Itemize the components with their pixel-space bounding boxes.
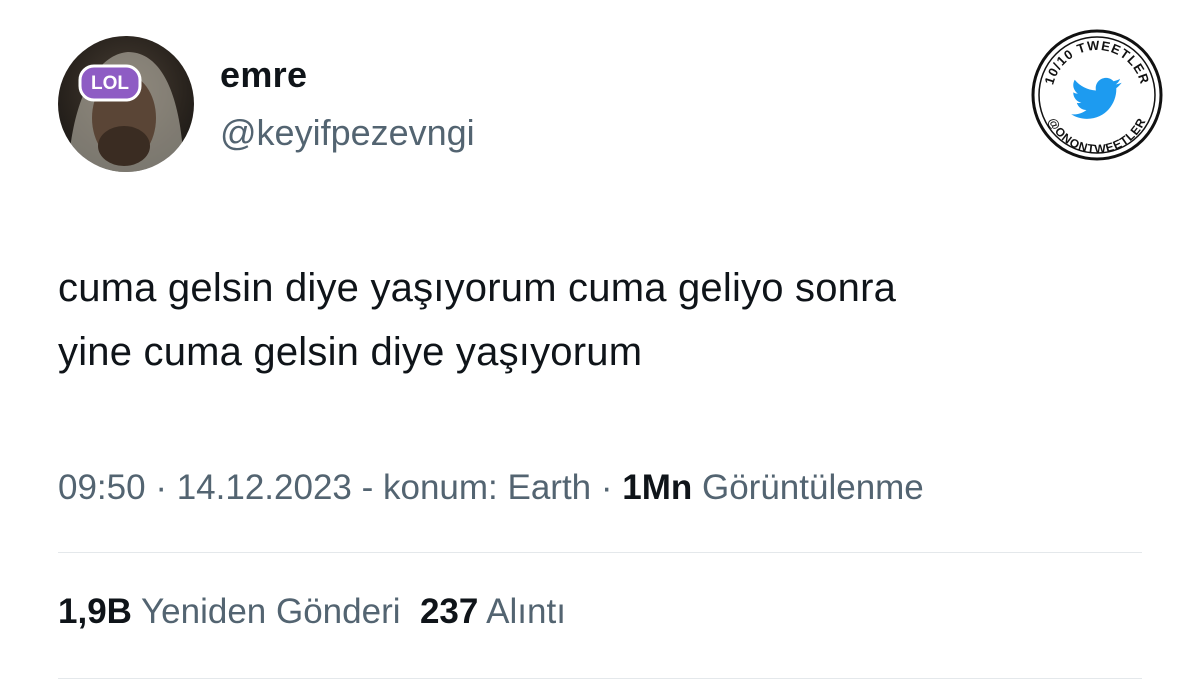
views-label: Görüntülenme: [701, 468, 924, 507]
retweets-link[interactable]: 1,9B Yeniden Gönderi: [58, 592, 401, 631]
tweetler-badge: 10/10 TWEETLER @ONONTWEETLER: [1030, 28, 1164, 162]
meta-separator: ·: [145, 468, 177, 507]
tweet-location: konum: Earth: [382, 468, 592, 507]
tweet-meta: 09:50 · 14.12.2023 - konum: Earth · 1Mn …: [58, 468, 924, 508]
retweets-count: 1,9B: [58, 592, 132, 631]
quotes-link[interactable]: 237 Alıntı: [420, 592, 566, 631]
tweet-line: yine cuma gelsin diye yaşıyorum: [58, 330, 643, 374]
views-count: 1Mn: [622, 468, 693, 507]
retweets-label: Yeniden Gönderi: [141, 592, 401, 631]
divider: [58, 552, 1142, 553]
avatar-image: LOL: [68, 52, 184, 172]
meta-separator: ·: [591, 468, 623, 507]
tweet-date[interactable]: 14.12.2023: [177, 468, 352, 507]
display-name[interactable]: emre: [220, 54, 307, 96]
user-handle[interactable]: @keyifpezevngi: [220, 112, 475, 154]
avatar-sticker-text: LOL: [91, 73, 129, 94]
tweet-line: cuma gelsin diye yaşıyorum cuma geliyo s…: [58, 266, 897, 310]
quotes-count: 237: [419, 592, 479, 631]
avatar[interactable]: LOL: [58, 36, 194, 172]
tweet-stats: 1,9B Yeniden Gönderi 237 Alıntı: [58, 592, 566, 632]
divider: [58, 678, 1142, 679]
tweet-time[interactable]: 09:50: [58, 468, 146, 507]
quotes-label: Alıntı: [486, 592, 566, 631]
meta-separator: -: [351, 468, 383, 507]
tweet-text: cuma gelsin diye yaşıyorum cuma geliyo s…: [58, 256, 1168, 384]
